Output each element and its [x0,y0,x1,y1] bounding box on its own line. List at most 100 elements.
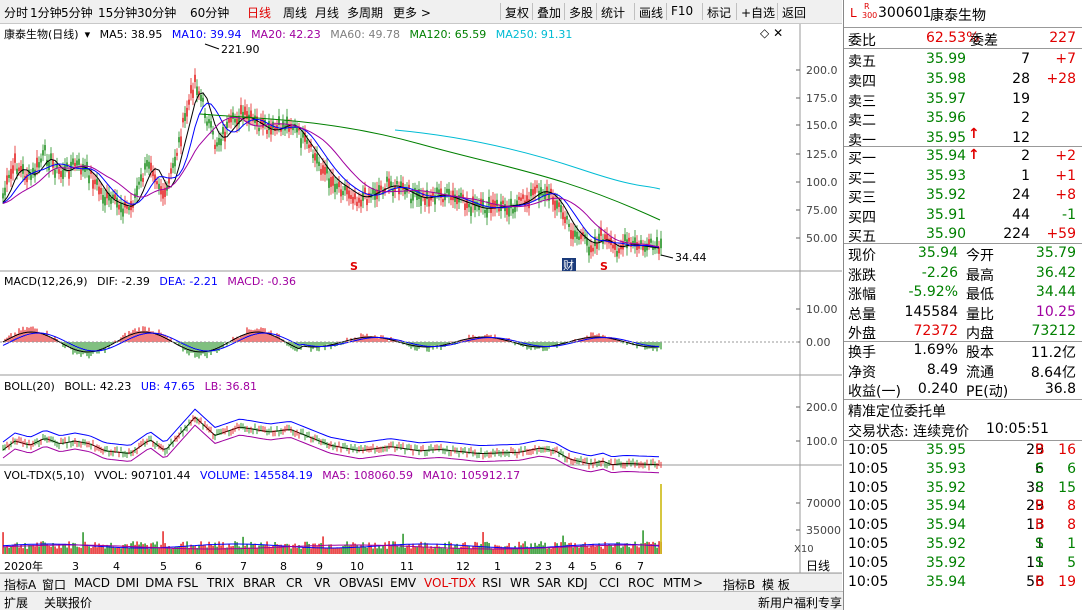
tick-row-0: 10:05 35.95 29 B 16 [848,441,1080,460]
boll-title[interactable]: BOLL(20) [4,380,55,393]
toolbar-btn-5[interactable]: F10 [671,4,693,18]
volume-bar [344,544,346,554]
ask-row-1: 卖四 35.98 28 +28 [848,70,1080,90]
close-icon[interactable]: ✕ [773,26,783,40]
toolbar-btn-8[interactable]: 返回 [782,4,806,21]
indicator-tab-16[interactable]: SAR [537,576,561,590]
candle-body [596,242,598,249]
bottom-right-tab-0[interactable]: 新用户福利专享 [758,594,842,611]
ma20-label: MA20: 42.23 [251,28,321,41]
volume-bar [348,545,350,554]
indicator-tab-7[interactable]: BRAR [243,576,276,590]
bid-row-3: 买四 35.91 44 -1 [848,206,1080,226]
volume-bar [300,548,302,554]
indicator-tab-5[interactable]: FSL [177,576,198,590]
volume-bar [82,532,84,554]
indicator-tab-20[interactable]: MTM [663,576,691,590]
indicator-tab-17[interactable]: KDJ [567,576,588,590]
indicator-tab-11[interactable]: ASI [364,576,383,590]
indicator-tab-14[interactable]: RSI [482,576,502,590]
volume-bar [342,546,344,554]
period-tab-3[interactable]: 15分钟 [98,4,137,21]
volume-bar [70,548,72,554]
toolbar-btn-2[interactable]: 多股 [569,4,593,21]
period-tab-4[interactable]: 30分钟 [137,4,176,21]
candle-body [428,198,430,207]
volume-bar [128,547,130,554]
indicator-tab-19[interactable]: ROC [628,576,654,590]
indicator-tab-9[interactable]: VR [314,576,331,590]
vol-tick-1: 35000 [806,524,841,537]
stat-row-3-cell: 10.25 [1035,303,1076,320]
indicator-tabs: 指标A 窗口 MACD DMI DMA FSL TRIX BRAR CR VR OBV ASI EMV V… [0,573,842,592]
period-tab-2[interactable]: 5分钟 [61,4,93,21]
indicator-tab-2[interactable]: MACD [74,576,110,590]
volume-bar [66,547,68,554]
indicator-tab-12[interactable]: EMV [390,576,416,590]
macd-title[interactable]: MACD(12,26,9) [4,275,88,288]
volume-bar [466,545,468,554]
period-tab-10[interactable]: 更多 > [393,4,431,21]
candle-body [98,186,100,195]
indicator-tab-4[interactable]: DMA [145,576,173,590]
stat-row-4-cell: 73212 [1031,323,1076,339]
toolbar-btn-7[interactable]: +自选 [741,4,775,21]
kline-chart[interactable]: 200.0175.0150.0125.0100.075.0050.0010.00… [0,24,842,573]
toolbar-btn-4[interactable]: 画线 [639,4,663,21]
volume-bar [562,535,564,554]
period-tab-9[interactable]: 多周期 [347,4,383,21]
entrust-link[interactable]: 精准定位委托单 [848,401,946,421]
volume-bar [538,543,540,554]
indicator-tab-10[interactable]: OBV [339,576,365,590]
tick-row-3: 10:05 35.94 29 B 8 [848,497,1080,516]
candle-body [470,206,472,216]
candle-body [2,193,4,199]
volume-bar [582,544,584,554]
indicator-tab-21[interactable]: > [693,576,703,590]
candle-body [72,158,74,165]
stat-row-2-cell: 最低 [966,287,994,303]
volume-bar [564,542,566,554]
price-panel-header: 康泰生物(日线) ▾ MA5: 38.95 MA10: 39.94 MA20: 4… [4,26,578,42]
candle-body [656,237,658,247]
period-tab-6[interactable]: 日线 [247,4,271,21]
ma5-label: MA5: 38.95 [99,28,163,41]
candle-body [94,179,96,185]
indicator-tab-18[interactable]: CCI [599,576,619,590]
tick-row-3-cell: 35.94 [926,498,967,515]
candle-body [352,196,354,204]
diamond-icon[interactable]: ◇ [760,26,769,40]
period-tab-8[interactable]: 月线 [315,4,339,21]
toolbar-btn-6[interactable]: 标记 [707,4,731,21]
candle-body [506,207,508,215]
tick-row-4-cell: 10:05 [848,517,889,534]
toolbar-btn-0[interactable]: 复权 [505,4,529,21]
candle-body [212,130,214,135]
period-tab-0[interactable]: 分时 [4,4,28,21]
indicator-tab-6[interactable]: TRIX [207,576,234,590]
indicator-tab-8[interactable]: CR [286,576,303,590]
candle-body [522,194,524,199]
volume-bar [596,545,598,554]
related-quote-tab[interactable]: 关联报价 [44,594,92,611]
period-tab-5[interactable]: 60分钟 [190,4,229,21]
period-tab-1[interactable]: 1分钟 [30,4,62,21]
volume-bar [198,544,200,554]
volume-bar [536,545,538,554]
candle-body [70,161,72,170]
candle-body [502,200,504,205]
indicator-tab-3[interactable]: DMI [116,576,139,590]
indicator-tab-13[interactable]: VOL-TDX [424,576,476,590]
dropdown-icon[interactable]: ▾ [85,28,91,41]
volume-bar [392,541,394,554]
toolbar-btn-1[interactable]: 叠加 [537,4,561,21]
stat2-row-0: 换手 1.69% 股本 11.2亿 [848,341,1080,361]
vol-title[interactable]: VOL-TDX(5,10) [4,469,85,482]
volume-bar [364,546,366,554]
volume-bar [232,545,234,554]
toolbar-btn-3[interactable]: 统计 [601,4,625,21]
period-tab-7[interactable]: 周线 [283,4,307,21]
expand-tab[interactable]: 扩展 [4,594,28,611]
indicator-tab-15[interactable]: WR [510,576,530,590]
tick-row-3-cell: 10:05 [848,498,889,515]
